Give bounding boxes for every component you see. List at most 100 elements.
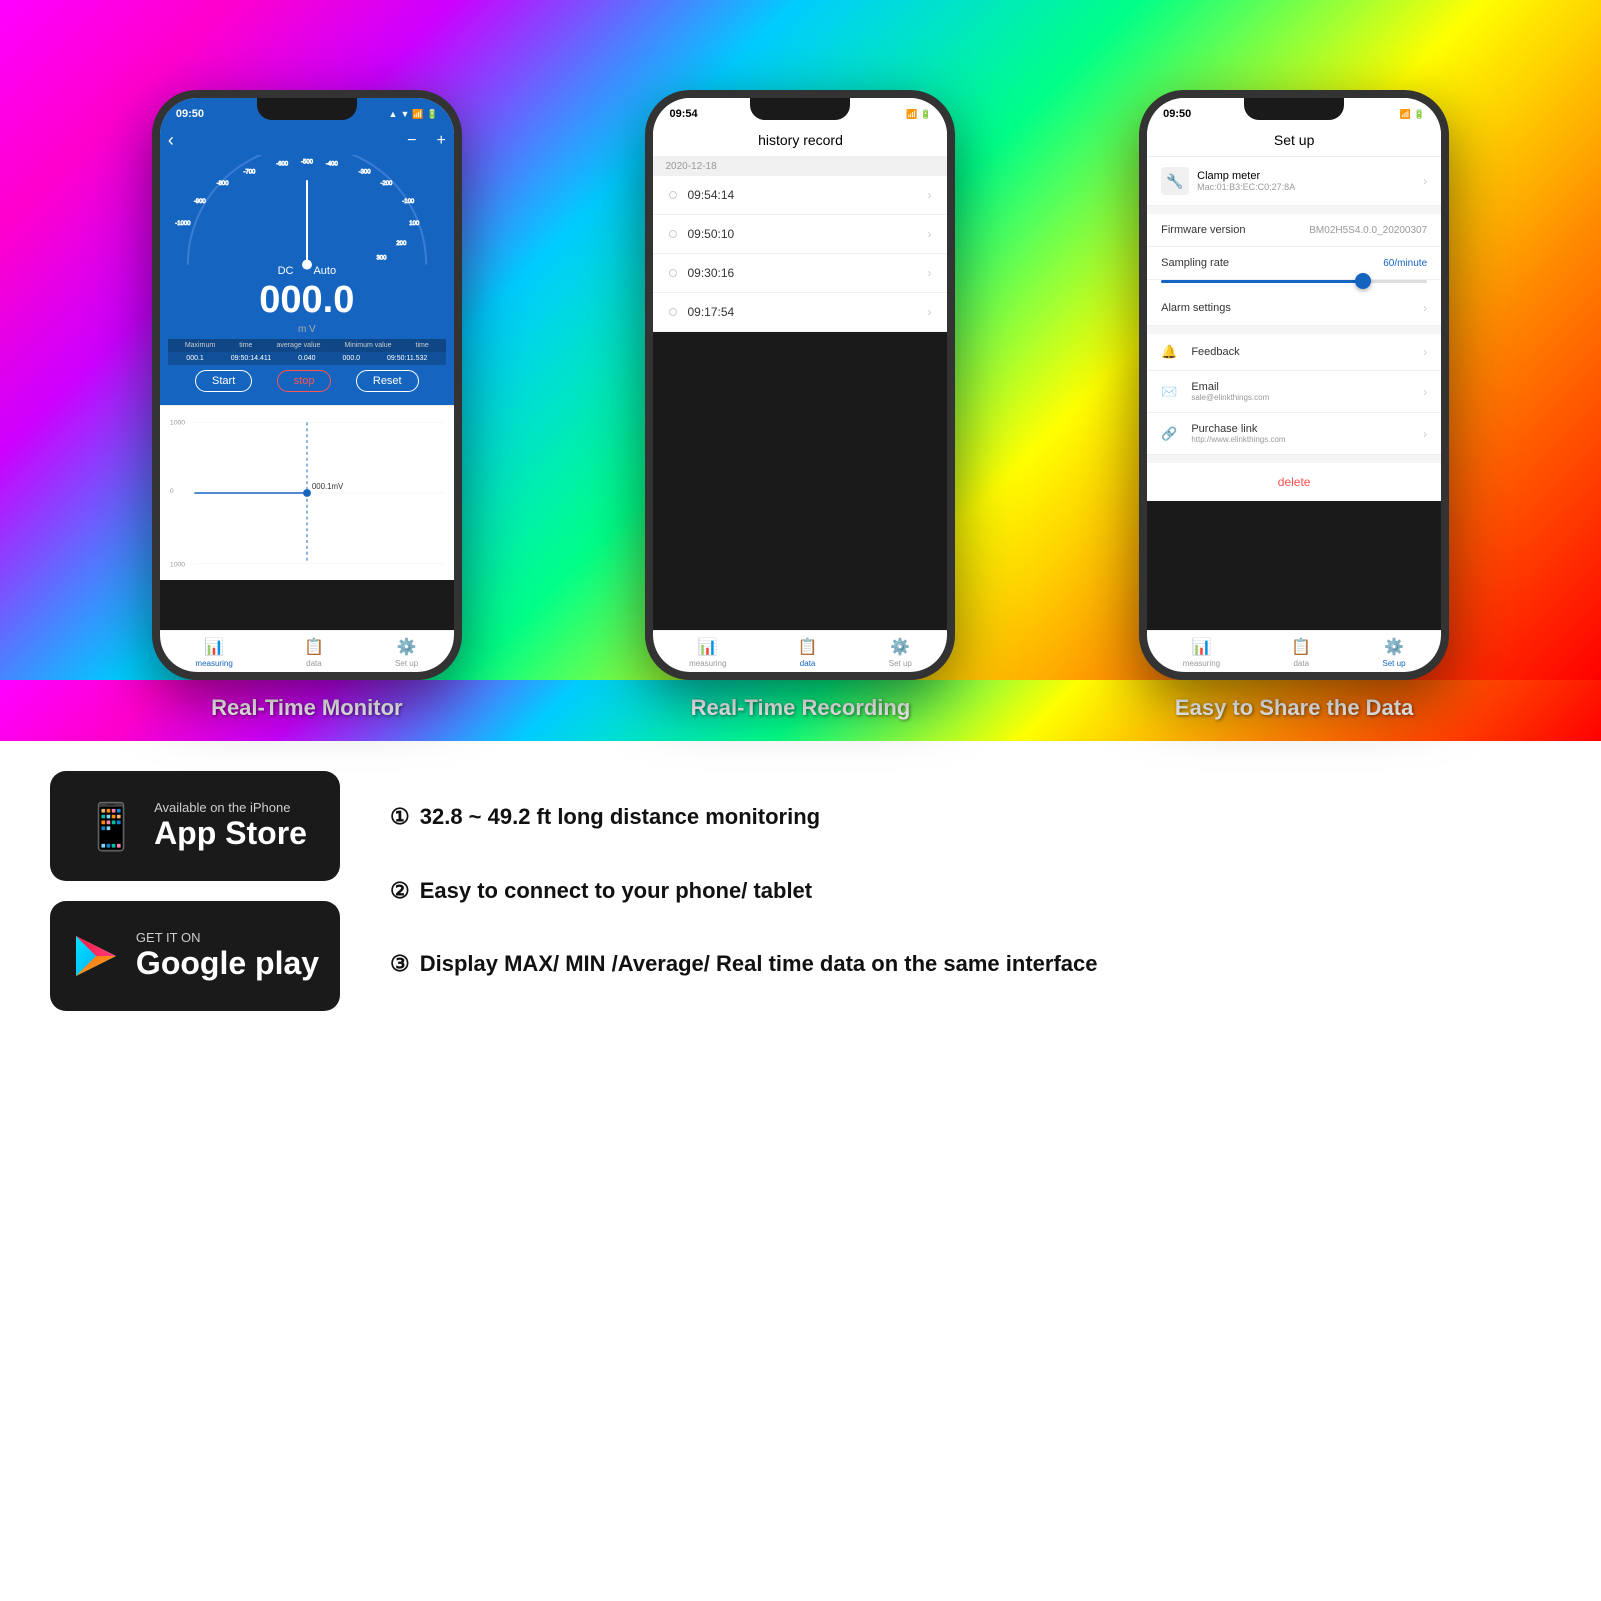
setup-title: Set up bbox=[1274, 132, 1314, 148]
record-circle-4 bbox=[669, 308, 677, 316]
phone1-nav: ‹ − + bbox=[168, 128, 446, 155]
time2-val: 09:50:11.532 bbox=[387, 355, 427, 362]
stop-button[interactable]: stop bbox=[277, 370, 332, 392]
footer3-data[interactable]: 📋 data bbox=[1291, 637, 1311, 668]
stats-values: 000.1 09:50:14.411 0.040 000.0 09:50:11.… bbox=[168, 352, 446, 365]
store-badges: 📱 Available on the iPhone App Store bbox=[50, 771, 340, 1011]
feature-num-2: ② bbox=[390, 876, 410, 907]
data-icon: 📋 bbox=[304, 637, 324, 657]
svg-text:-900: -900 bbox=[194, 199, 207, 205]
svg-text:1000: 1000 bbox=[170, 561, 185, 568]
sampling-label: Sampling rate bbox=[1161, 257, 1229, 269]
plus-icon[interactable]: + bbox=[436, 132, 445, 150]
max-label: Maximum bbox=[185, 342, 215, 349]
feature-item-2: ② Easy to connect to your phone/ tablet bbox=[390, 876, 1551, 907]
footer2-setup[interactable]: ⚙️ Set up bbox=[889, 637, 912, 668]
measurement-value: 000.0 bbox=[168, 279, 446, 322]
contact-section: 🔔 Feedback › ✉️ Email sale@elinkthings.c… bbox=[1147, 334, 1441, 455]
appstore-big-text: App Store bbox=[154, 815, 307, 852]
appstore-badge[interactable]: 📱 Available on the iPhone App Store bbox=[50, 771, 340, 881]
stats-row: Maximum time average value Minimum value… bbox=[168, 339, 446, 352]
feedback-item[interactable]: 🔔 Feedback › bbox=[1147, 334, 1441, 371]
slider-fill bbox=[1161, 280, 1361, 283]
record-time-3: 09:30:16 bbox=[687, 266, 734, 280]
svg-text:-600: -600 bbox=[276, 161, 289, 167]
history-title: history record bbox=[758, 132, 843, 148]
footer2-data[interactable]: 📋 data bbox=[798, 637, 818, 668]
history-item-2[interactable]: 09:50:10 › bbox=[653, 215, 947, 254]
setup3-icon: ⚙️ bbox=[1384, 637, 1404, 657]
measuring3-icon: 📊 bbox=[1191, 637, 1211, 657]
top-section: 09:50 ▲ ▼ 📶 🔋 ‹ − bbox=[0, 0, 1601, 680]
phone3-time: 09:50 bbox=[1163, 108, 1191, 120]
appstore-text: Available on the iPhone App Store bbox=[154, 800, 307, 852]
phone3-status-icons: 📶 🔋 bbox=[1400, 109, 1425, 120]
time2-label: time bbox=[416, 342, 429, 349]
footer-measuring[interactable]: 📊 measuring bbox=[195, 637, 232, 668]
data2-label: data bbox=[800, 659, 816, 668]
start-button[interactable]: Start bbox=[195, 370, 252, 392]
phone1-screen: 09:50 ▲ ▼ 📶 🔋 ‹ − bbox=[160, 98, 454, 580]
setup-icon: ⚙️ bbox=[397, 637, 417, 657]
device-icon: 🔧 bbox=[1161, 167, 1189, 195]
record-time-1: 09:54:14 bbox=[687, 188, 734, 202]
footer2-measuring[interactable]: 📊 measuring bbox=[689, 637, 726, 668]
svg-text:-300: -300 bbox=[358, 169, 371, 175]
email-item[interactable]: ✉️ Email sale@elinkthings.com › bbox=[1147, 371, 1441, 413]
phone3-wrapper: 09:50 📶 🔋 Set up 🔧 bbox=[1139, 90, 1449, 680]
back-icon[interactable]: ‹ bbox=[168, 130, 174, 151]
history-item-4[interactable]: 09:17:54 › bbox=[653, 293, 947, 332]
alarm-item[interactable]: Alarm settings › bbox=[1147, 291, 1441, 326]
phone1-time: 09:50 bbox=[176, 108, 204, 120]
svg-text:-1000: -1000 bbox=[175, 221, 191, 227]
phone2-notch bbox=[750, 98, 850, 120]
avg-label: average value bbox=[276, 342, 320, 349]
feature-text-1: 32.8 ~ 49.2 ft long distance monitoring bbox=[420, 802, 820, 833]
slider-thumb[interactable] bbox=[1355, 273, 1371, 289]
purchase-chevron: › bbox=[1423, 427, 1427, 441]
settings-section: Firmware version BM02H5S4.0.0_20200307 S… bbox=[1147, 214, 1441, 326]
googleplay-small-text: GET IT ON bbox=[136, 930, 319, 945]
minus-icon[interactable]: − bbox=[407, 132, 416, 150]
device-item[interactable]: 🔧 Clamp meter Mac:01:B3:EC:C0:27:8A › bbox=[1147, 157, 1441, 206]
footer3-measuring[interactable]: 📊 measuring bbox=[1183, 637, 1220, 668]
delete-button[interactable]: delete bbox=[1147, 463, 1441, 501]
svg-text:300: 300 bbox=[376, 256, 387, 262]
phone1-label: Real-Time Monitor bbox=[152, 695, 462, 721]
svg-text:-400: -400 bbox=[326, 161, 339, 167]
gauge-container: -1000 -900 -800 -700 -600 -500 -400 -300… bbox=[168, 155, 446, 275]
history-item-3[interactable]: 09:30:16 › bbox=[653, 254, 947, 293]
reset-button[interactable]: Reset bbox=[356, 370, 419, 392]
phone3-footer: 📊 measuring 📋 data ⚙️ Set up bbox=[1147, 630, 1441, 672]
phone2-screen: 09:54 📶 🔋 history record 2020-12-18 bbox=[653, 98, 947, 332]
min-val: 000.0 bbox=[343, 355, 361, 362]
footer3-setup[interactable]: ⚙️ Set up bbox=[1382, 637, 1405, 668]
phone1-status-icons: ▲ ▼ 📶 🔋 bbox=[389, 109, 438, 120]
firmware-label: Firmware version bbox=[1161, 224, 1245, 236]
svg-text:-100: -100 bbox=[402, 199, 415, 205]
record-circle-3 bbox=[669, 269, 677, 277]
googleplay-badge[interactable]: GET IT ON Google play bbox=[50, 901, 340, 1011]
svg-text:-800: -800 bbox=[216, 181, 229, 187]
measuring2-icon: 📊 bbox=[698, 637, 718, 657]
purchase-label: Purchase link bbox=[1191, 423, 1285, 435]
footer-data[interactable]: 📋 data bbox=[304, 637, 324, 668]
phone1-notch bbox=[257, 98, 357, 120]
appstore-icon: 📱 bbox=[83, 800, 139, 853]
bottom-section: 📱 Available on the iPhone App Store bbox=[0, 741, 1601, 1041]
feature-text-3: Display MAX/ MIN /Average/ Real time dat… bbox=[420, 949, 1098, 980]
phone1-header: ‹ − + bbox=[160, 124, 454, 405]
device-name: Clamp meter bbox=[1197, 170, 1295, 182]
feature-item-3: ③ Display MAX/ MIN /Average/ Real time d… bbox=[390, 949, 1551, 980]
slider-container bbox=[1147, 280, 1441, 291]
data2-icon: 📋 bbox=[798, 637, 818, 657]
phone1-footer: 📊 measuring 📋 data ⚙️ Set up bbox=[160, 630, 454, 672]
email-label: Email bbox=[1191, 381, 1269, 393]
purchase-item[interactable]: 🔗 Purchase link http://www.elinkthings.c… bbox=[1147, 413, 1441, 455]
footer-setup[interactable]: ⚙️ Set up bbox=[395, 637, 418, 668]
features-list: ① 32.8 ~ 49.2 ft long distance monitorin… bbox=[390, 771, 1551, 1011]
plus-minus-icons: − + bbox=[407, 132, 446, 150]
phone2: 09:54 📶 🔋 history record 2020-12-18 bbox=[645, 90, 955, 680]
sampling-val: 60/minute bbox=[1383, 258, 1427, 269]
history-item-1[interactable]: 09:54:14 › bbox=[653, 176, 947, 215]
